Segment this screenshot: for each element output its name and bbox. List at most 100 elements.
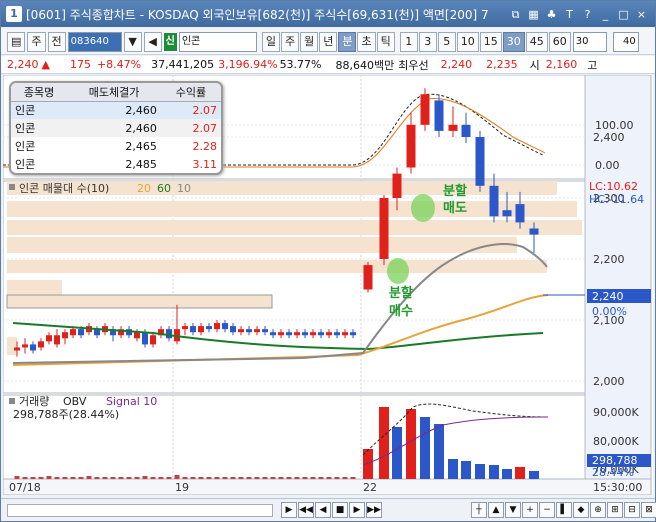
speaker-icon[interactable]: ◀ (143, 31, 162, 52)
volume-bar (254, 477, 260, 479)
market-select[interactable]: 주 (27, 31, 46, 52)
table-row[interactable]: 인콘 2,460 2.07 (11, 101, 221, 119)
tool-button-1[interactable]: ▲ (488, 502, 504, 518)
candle-body (515, 204, 525, 223)
period-button-1[interactable]: 주 (280, 31, 300, 52)
tool-button-4[interactable]: − (539, 502, 555, 518)
candle-body (420, 94, 430, 125)
table-cell-name: 인콘 (15, 158, 36, 171)
period-button-6[interactable]: 틱 (376, 31, 395, 52)
price-change: 175 (69, 58, 91, 71)
tool-button-5[interactable]: ▌ (556, 502, 572, 518)
period-button-2[interactable]: 월 (300, 31, 319, 52)
ma-legend-60: 60 (157, 182, 171, 195)
volume-bar (270, 477, 276, 479)
nav-button-4[interactable]: ▶ (349, 502, 365, 518)
interval-button-4[interactable]: 15 (479, 31, 502, 52)
volume-bar (30, 477, 36, 479)
tool-button-10[interactable]: ⊠ (641, 502, 656, 518)
volume-axis-label: 80,000K (593, 435, 639, 448)
nav-button-2[interactable]: ◀ (315, 502, 331, 518)
volume-bar (286, 477, 292, 479)
font-icon[interactable]: T (562, 7, 577, 22)
tool-button-9[interactable]: ⊟ (624, 502, 640, 518)
interval-button-2[interactable]: 5 (437, 31, 456, 52)
volume-bar (392, 427, 402, 479)
volume-bar (78, 477, 84, 479)
interval-button-1[interactable]: 3 (418, 31, 437, 52)
interval-button-3[interactable]: 10 (456, 31, 479, 52)
help-icon[interactable]: ? (580, 7, 595, 22)
nav-button-1[interactable]: ◀◀ (298, 502, 314, 518)
column-header[interactable]: 수익률 (160, 83, 221, 102)
stock-code-input[interactable]: 083640 (67, 31, 122, 52)
candle-body (475, 137, 485, 186)
volume-bar (158, 477, 164, 479)
tool-button-8[interactable]: ⊞ (607, 502, 623, 518)
tool-button-0[interactable]: ┼ (471, 502, 487, 518)
chart-tool-buttons: ┼▲▼+−▌◆⊕⊞⊟⊠▦ (471, 502, 656, 518)
volume-bar (198, 477, 204, 479)
candle-body (294, 332, 300, 336)
interval-button-6[interactable]: 45 (525, 31, 548, 52)
restore-icon[interactable]: ⧉ (508, 7, 523, 22)
candle-body (22, 344, 28, 348)
column-header[interactable]: 매도체결가 (67, 83, 161, 102)
nav-button-3[interactable]: ■ (332, 502, 348, 518)
code-dropdown-icon[interactable]: ▼ (123, 31, 142, 52)
candle-body (142, 332, 148, 345)
volume-bar (62, 477, 68, 479)
nav-button-5[interactable]: ▶▶ (366, 502, 382, 518)
volume-bar (434, 424, 444, 479)
whole-select[interactable]: 전 (47, 31, 66, 52)
candle-body (46, 335, 52, 342)
close-icon[interactable]: × (634, 7, 649, 22)
volume-bar (326, 477, 332, 479)
volume-bar (182, 477, 188, 479)
price-legend-name: 인콘 매물대 수(10) (19, 182, 109, 195)
tool-button-3[interactable]: + (522, 502, 538, 518)
volume-bar (334, 477, 340, 479)
period-button-5[interactable]: 초 (357, 31, 376, 52)
trade-result-table[interactable]: 종목명 매도체결가 수익률 인콘 2,460 2.07 인콘 2,460 2.07 인콘 2,46… (9, 81, 223, 175)
volume-bar (246, 477, 252, 479)
stock-name-field[interactable]: 인콘 (178, 31, 257, 52)
volume-bar (126, 477, 132, 479)
layout-grid-icon[interactable]: ▤ (7, 31, 26, 52)
interval-select[interactable]: 30 (572, 31, 607, 52)
horizontal-scrollbar[interactable] (7, 504, 273, 517)
column-header[interactable]: 종목명 (11, 83, 68, 102)
profile-bar (7, 280, 62, 295)
tool-button-6[interactable]: ◆ (573, 502, 589, 518)
volume-bar (461, 461, 471, 479)
buy-annotation-line2: 매수 (389, 304, 413, 319)
tool-button-2[interactable]: ▼ (505, 502, 521, 518)
candle-body (62, 332, 68, 339)
volume-bar (420, 417, 430, 479)
volume-bar (94, 477, 100, 479)
interval-button-5[interactable]: 30 (502, 31, 525, 52)
tool-button-7[interactable]: ⊕ (590, 502, 606, 518)
interval-button-0[interactable]: 1 (399, 31, 418, 52)
nav-button-0[interactable]: ▶ (281, 502, 297, 518)
volume-bar (294, 477, 300, 479)
maximize-icon[interactable]: □ (616, 7, 631, 22)
period-button-0[interactable]: 일 (261, 31, 280, 52)
volume-bar (342, 477, 348, 479)
table-row[interactable]: 인콘 2,465 2.28 (11, 137, 221, 155)
candle-body (206, 326, 212, 330)
interval-button-7[interactable]: 60 (548, 31, 571, 52)
table-row[interactable]: 인콘 2,485 3.11 (11, 155, 221, 173)
buy-annotation-line1: 분할 (389, 285, 413, 301)
minimize-icon[interactable]: _ (598, 7, 613, 22)
lock-icon[interactable]: ♣ (544, 7, 559, 22)
table-row[interactable]: 인콘 2,460 2.07 (11, 119, 221, 137)
count-input[interactable]: 40 (612, 31, 639, 52)
volume-bar (38, 477, 44, 479)
grid-icon[interactable]: ▦ (526, 7, 541, 22)
period-button-4[interactable]: 분 (338, 31, 357, 52)
window-number-badge: 1 (6, 6, 22, 22)
hc-label: HC:-11.64 (589, 193, 644, 206)
candle-body (134, 332, 140, 339)
period-button-3[interactable]: 년 (319, 31, 338, 52)
